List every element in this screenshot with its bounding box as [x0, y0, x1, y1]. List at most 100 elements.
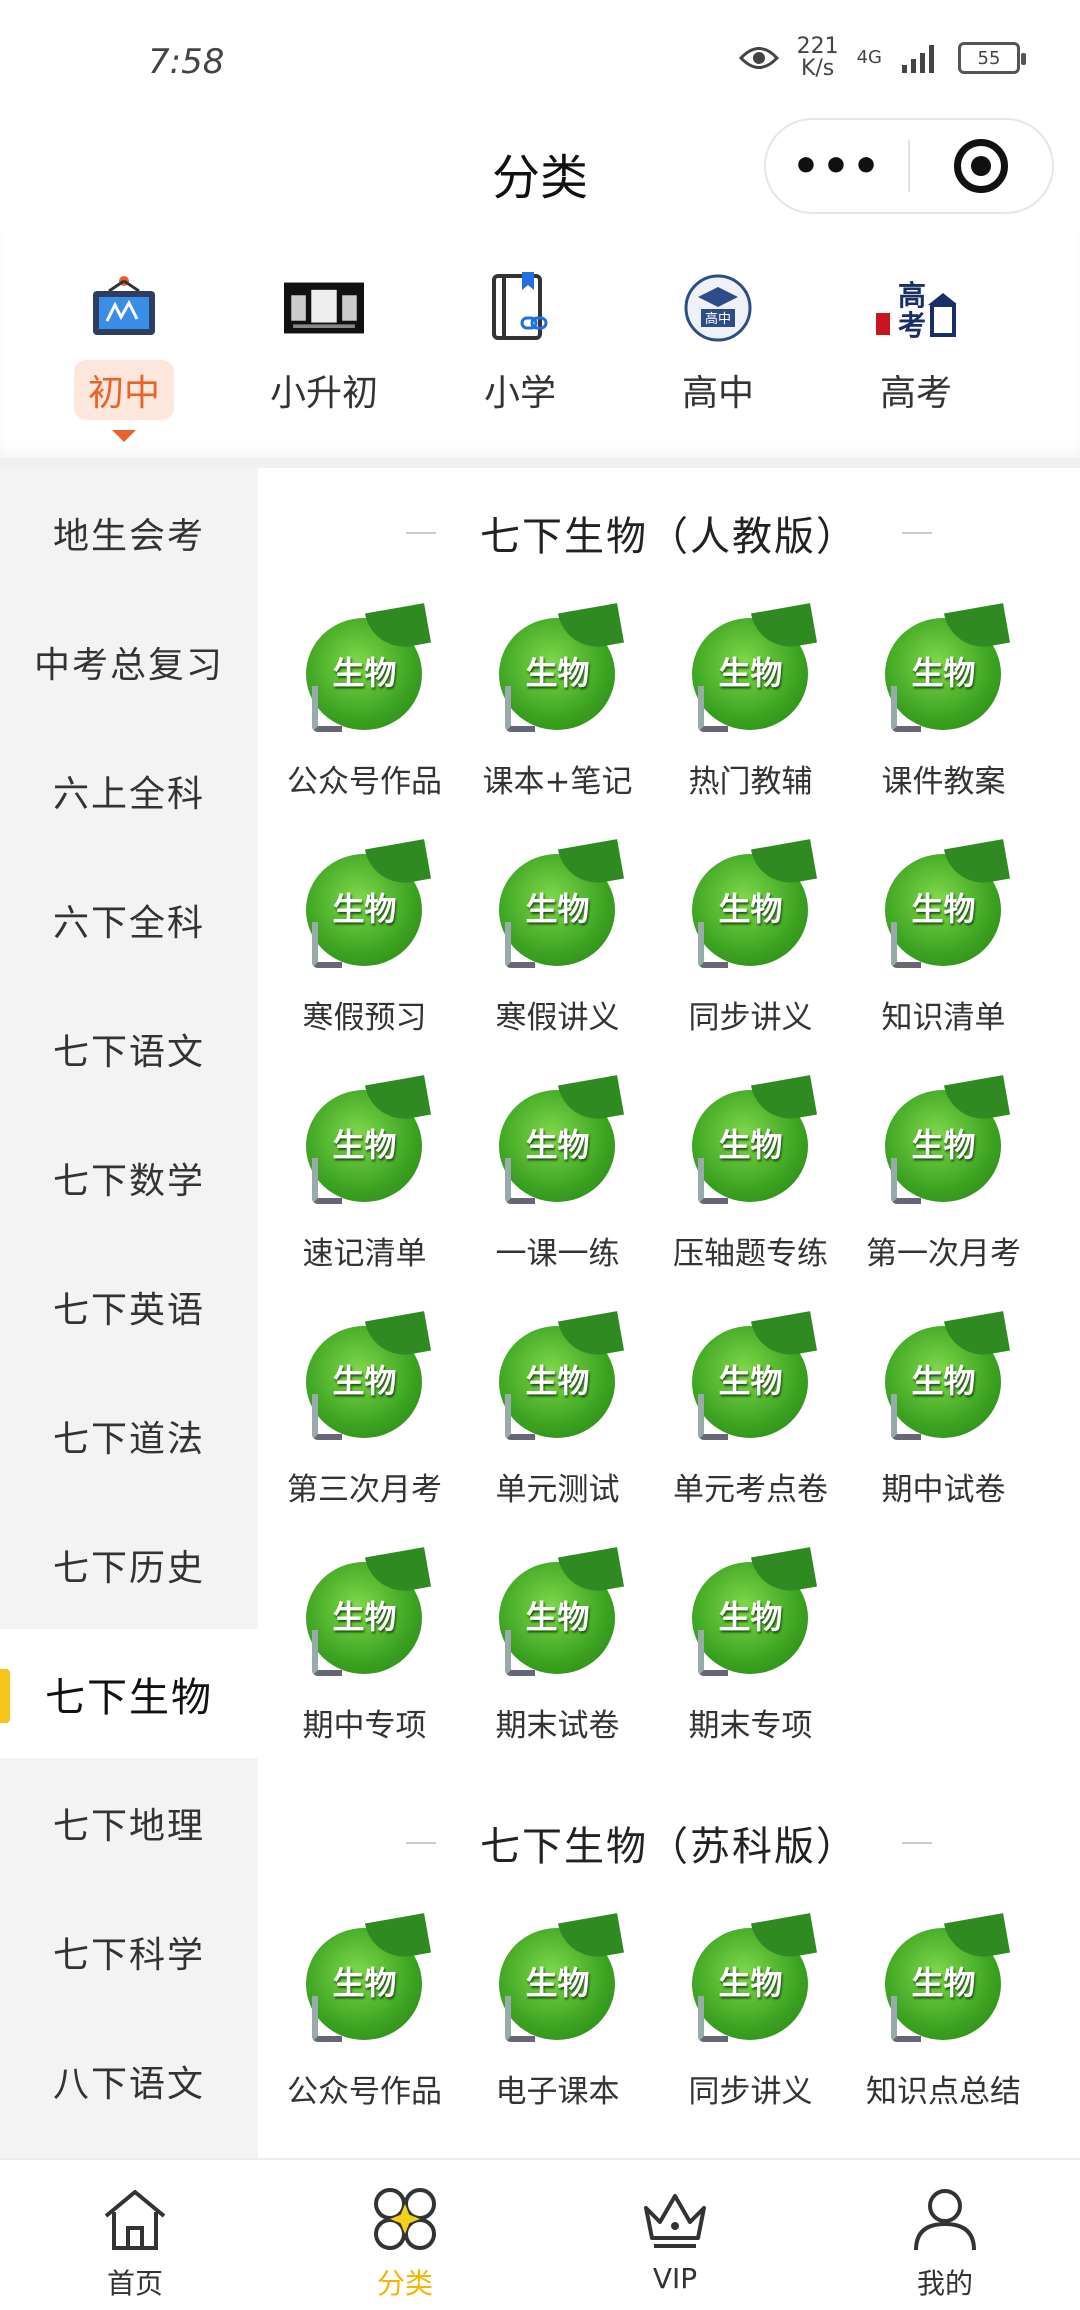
- resource-item[interactable]: 生物 同步讲义: [654, 1908, 847, 2144]
- resource-item[interactable]: 生物 寒假预习: [268, 834, 461, 1070]
- level-tab-primary[interactable]: 小学: [430, 268, 610, 468]
- sidebar-item[interactable]: 六上全科: [0, 726, 258, 855]
- resource-label: 第三次月考: [287, 1472, 442, 1508]
- resource-label: 单元考点卷: [673, 1472, 828, 1508]
- biology-thumbnail-icon: 生物: [881, 839, 1010, 970]
- network-type: 4G: [856, 47, 882, 68]
- thumbnail-text: 生物: [525, 1362, 590, 1400]
- home-icon: [98, 2182, 172, 2256]
- close-mini-program-button[interactable]: [910, 139, 1052, 193]
- gaokao-building-icon: 高 考: [876, 268, 956, 348]
- biology-thumbnail-icon: 生物: [881, 1075, 1010, 1206]
- divider-band: [0, 458, 1080, 468]
- resource-item[interactable]: 生物 知识点总结: [847, 1908, 1040, 2144]
- resource-label: 寒假讲义: [495, 1000, 620, 1036]
- graduation-cap-badge-icon: 高中: [678, 268, 758, 348]
- level-tab-primary-to-junior[interactable]: 小升初: [234, 268, 414, 468]
- more-dots-icon[interactable]: •••: [766, 141, 908, 192]
- tab-category[interactable]: 分类: [270, 2160, 540, 2310]
- title-dash: [902, 1842, 932, 1844]
- thumbnail-text: 生物: [718, 1126, 783, 1164]
- resource-label: 电子课本: [495, 2074, 620, 2110]
- sidebar-item[interactable]: 地生会考: [0, 468, 258, 597]
- resource-label: 同步讲义: [688, 2074, 813, 2110]
- sidebar-item[interactable]: 七下科学: [0, 1887, 258, 2016]
- thumbnail-text: 生物: [332, 1964, 397, 2002]
- sidebar-item[interactable]: 中考总复习: [0, 597, 258, 726]
- sidebar-item[interactable]: 七下历史: [0, 1500, 258, 1629]
- resource-item[interactable]: 生物课本+笔记: [461, 598, 654, 834]
- battery-icon: 55: [958, 42, 1026, 74]
- resource-item[interactable]: 生物 同步讲义: [654, 834, 847, 1070]
- resource-item[interactable]: 生物 期末试卷: [461, 1542, 654, 1778]
- category-grid-icon: [368, 2182, 442, 2256]
- thumbnail-text: 生物: [525, 654, 590, 692]
- tab-mine[interactable]: 我的: [810, 2160, 1080, 2310]
- thumbnail-text: 生物: [525, 890, 590, 928]
- target-circle-icon: [953, 139, 1008, 193]
- resource-item[interactable]: 生物 期末专项: [654, 1542, 847, 1778]
- level-tab-gaokao[interactable]: 高 考 高考: [826, 268, 1006, 468]
- biology-thumbnail-icon: 生物: [688, 603, 817, 734]
- tab-home[interactable]: 首页: [0, 2160, 270, 2310]
- user-icon: [908, 2182, 982, 2256]
- sidebar-item[interactable]: 七下英语: [0, 1242, 258, 1371]
- resource-label: 公众号作品: [287, 764, 442, 800]
- resource-item[interactable]: 生物 课件教案: [847, 598, 1040, 834]
- biology-thumbnail-icon: 生物: [495, 1547, 624, 1678]
- resource-item[interactable]: 生物 寒假讲义: [461, 834, 654, 1070]
- sidebar-item[interactable]: 七下地理: [0, 1758, 258, 1887]
- blackboard-icon: [84, 268, 164, 348]
- resource-item[interactable]: 生物 知识清单: [847, 834, 1040, 1070]
- crown-icon: [638, 2182, 712, 2256]
- sidebar-item-active[interactable]: 七下生物: [0, 1629, 258, 1758]
- active-indicator: [112, 430, 136, 442]
- svg-text:考: 考: [898, 309, 926, 341]
- resource-item[interactable]: 生物 单元测试: [461, 1306, 654, 1542]
- biology-thumbnail-icon: 生物: [302, 603, 431, 734]
- resource-item[interactable]: 生物 单元考点卷: [654, 1306, 847, 1542]
- resource-item[interactable]: 生物 第一次月考: [847, 1070, 1040, 1306]
- resource-item[interactable]: 生物 期中专项: [268, 1542, 461, 1778]
- resource-label: 速记清单: [302, 1236, 427, 1272]
- status-indicators: 221 K/s 4G 55: [738, 36, 1026, 80]
- sidebar-item[interactable]: 七下道法: [0, 1371, 258, 1500]
- section-title: 七下生物（苏科版）: [258, 1778, 1080, 1908]
- resource-item[interactable]: 生物 公众号作品: [268, 598, 461, 834]
- thumbnail-text: 生物: [332, 1598, 397, 1636]
- resource-item[interactable]: 生物 压轴题专练: [654, 1070, 847, 1306]
- resource-label: 期末专项: [688, 1708, 813, 1744]
- sidebar-item[interactable]: 七下语文: [0, 984, 258, 1113]
- biology-thumbnail-icon: 生物: [881, 1311, 1010, 1442]
- thumbnail-text: 生物: [718, 654, 783, 692]
- sections-container: 七下生物（人教版） 生物 公众号作品 生物 课本+笔记 生物 热门教辅 生物 课件教案 生物 寒假预…: [258, 468, 1080, 2144]
- resource-item[interactable]: 生物 第三次月考: [268, 1306, 461, 1542]
- bottom-tab-bar: 首页 分类 VIP 我的: [0, 2158, 1080, 2310]
- biology-thumbnail-icon: 生物: [881, 603, 1010, 734]
- resource-item[interactable]: 生物 速记清单: [268, 1070, 461, 1306]
- resource-label: 课件教案: [881, 764, 1006, 800]
- resource-label: 同步讲义: [688, 1000, 813, 1036]
- biology-thumbnail-icon: 生物: [495, 603, 624, 734]
- resource-item[interactable]: 生物 期中试卷: [847, 1306, 1040, 1542]
- resource-item[interactable]: 生物 公众号作品: [268, 1908, 461, 2144]
- thumbnail-text: 生物: [911, 890, 976, 928]
- poster-thumbnail-icon: [284, 268, 364, 348]
- sidebar-item[interactable]: 八下语文: [0, 2016, 258, 2145]
- sidebar-item[interactable]: 七下数学: [0, 1113, 258, 1242]
- resource-item[interactable]: 生物 一课一练: [461, 1070, 654, 1306]
- level-tab-senior[interactable]: 高中 高中: [628, 268, 808, 468]
- resource-item[interactable]: 生物 热门教辅: [654, 598, 847, 834]
- sidebar-item[interactable]: 六下全科: [0, 855, 258, 984]
- resource-grid: 生物 公众号作品 生物 电子课本 生物 同步讲义 生物 知识点总结: [258, 1908, 1080, 2144]
- resource-label: 课本+笔记: [482, 764, 633, 800]
- biology-thumbnail-icon: 生物: [302, 1547, 431, 1678]
- tab-vip[interactable]: VIP: [540, 2160, 810, 2310]
- resource-label: 期末试卷: [495, 1708, 620, 1744]
- section-title-text: 七下生物（苏科版）: [480, 1824, 858, 1870]
- resource-item[interactable]: 生物 电子课本: [461, 1908, 654, 2144]
- thumbnail-text: 生物: [718, 1964, 783, 2002]
- thumbnail-text: 生物: [332, 890, 397, 928]
- biology-thumbnail-icon: 生物: [302, 1913, 431, 2044]
- level-tab-junior[interactable]: 初中: [34, 268, 214, 468]
